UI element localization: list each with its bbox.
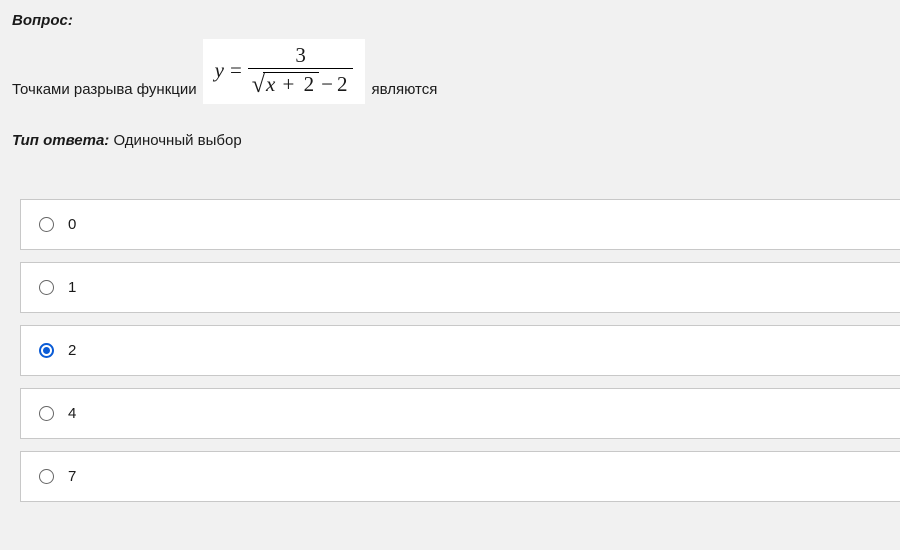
radio-icon [39, 406, 54, 421]
option-label: 1 [68, 279, 76, 296]
answer-type-label: Тип ответа: [12, 132, 109, 149]
question-label: Вопрос: [12, 12, 900, 29]
radio-icon [39, 217, 54, 232]
formula: y = 3 √ x + 2 − 2 [203, 39, 366, 104]
radio-icon [39, 280, 54, 295]
formula-eq: = [230, 60, 242, 81]
sqrt: √ x + 2 [252, 72, 319, 96]
option-1[interactable]: 1 [20, 262, 900, 313]
option-label: 0 [68, 216, 76, 233]
option-label: 2 [68, 342, 76, 359]
option-3[interactable]: 4 [20, 388, 900, 439]
outer-minus: − [319, 74, 335, 95]
formula-fraction: 3 √ x + 2 − 2 [248, 45, 354, 96]
formula-denominator: √ x + 2 − 2 [248, 68, 354, 96]
option-label: 7 [68, 468, 76, 485]
sqrt-body: x + 2 [263, 72, 319, 96]
radio-icon [39, 343, 54, 358]
radicand-const: 2 [302, 72, 317, 96]
radicand-plus: + [281, 72, 297, 96]
question-text-before: Точками разрыва функции [12, 81, 197, 104]
formula-lhs: y [215, 60, 224, 81]
question-text-after: являются [371, 81, 437, 104]
radio-icon [39, 469, 54, 484]
formula-numerator: 3 [291, 45, 310, 68]
radicand-var: x [266, 72, 275, 96]
option-4[interactable]: 7 [20, 451, 900, 502]
answer-type: Тип ответа: Одиночный выбор [12, 132, 900, 149]
option-label: 4 [68, 405, 76, 422]
answer-type-value: Одиночный выбор [113, 132, 241, 149]
option-2[interactable]: 2 [20, 325, 900, 376]
sqrt-sign-icon: √ [252, 73, 265, 97]
option-0[interactable]: 0 [20, 199, 900, 250]
outer-const: 2 [335, 74, 350, 95]
question-body: Точками разрыва функции y = 3 √ x + 2 − [12, 39, 900, 104]
options-list: 0 1 2 4 7 [12, 199, 900, 502]
